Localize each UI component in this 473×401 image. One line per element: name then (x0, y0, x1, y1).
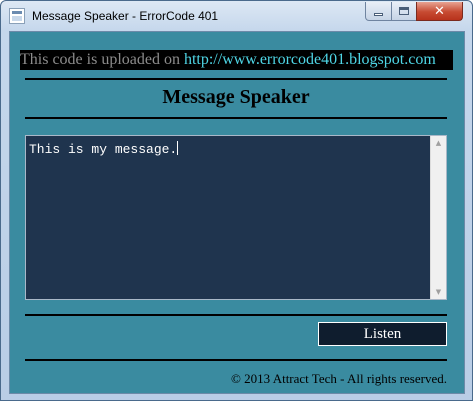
app-icon (9, 8, 25, 24)
maximize-button[interactable] (391, 2, 417, 21)
close-icon: ✕ (434, 3, 445, 19)
vertical-scrollbar[interactable]: ▲ ▼ (430, 136, 446, 299)
client-area: This code is uploaded on http://www.erro… (9, 31, 465, 394)
minimize-button[interactable] (365, 2, 392, 21)
listen-button[interactable]: Listen (318, 322, 447, 346)
divider-top (25, 78, 447, 80)
divider-above-button (25, 314, 447, 316)
window-title: Message Speaker - ErrorCode 401 (32, 9, 219, 23)
copyright-footer: © 2013 Attract Tech - All rights reserve… (231, 371, 447, 386)
text-caret (177, 141, 179, 155)
divider-above-footer (25, 359, 447, 361)
title-bar[interactable]: Message Speaker - ErrorCode 401 ✕ (1, 1, 472, 31)
divider-under-title (25, 117, 447, 119)
maximize-icon (399, 7, 409, 15)
message-value: This is my message. (29, 142, 178, 157)
page-title: Message Speaker (162, 86, 310, 108)
banner-link[interactable]: http://www.errorcode401.blogspot.com (184, 51, 436, 68)
scroll-up-icon[interactable]: ▲ (431, 136, 446, 150)
message-textarea[interactable]: This is my message. ▲ ▼ (25, 135, 447, 300)
minimize-icon (374, 12, 383, 16)
close-button[interactable]: ✕ (416, 2, 463, 21)
app-window: Message Speaker - ErrorCode 401 ✕ This c… (0, 0, 473, 401)
scroll-down-icon[interactable]: ▼ (431, 285, 446, 299)
banner-text: This code is uploaded on (20, 51, 184, 68)
upload-banner: This code is uploaded on http://www.erro… (20, 50, 453, 70)
message-text: This is my message. (29, 141, 179, 157)
